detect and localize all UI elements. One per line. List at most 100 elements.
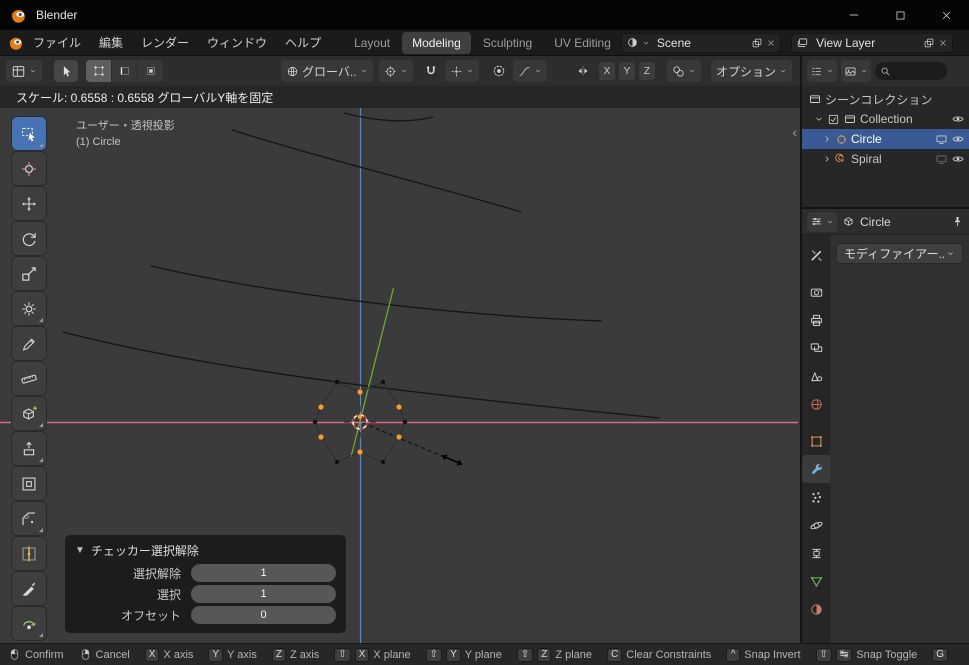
hint-y-plane: ⇧ Y Y plane	[425, 647, 502, 662]
properties-tab-modifier[interactable]	[802, 455, 830, 483]
outliner-row-scene-collection[interactable]: シーンコレクション	[802, 89, 969, 109]
proportional-falloff-dropdown[interactable]	[512, 60, 547, 82]
tool-annotate[interactable]	[12, 327, 46, 360]
properties-tab-output[interactable]	[802, 306, 830, 334]
minimize-button[interactable]	[831, 0, 877, 30]
eye-icon[interactable]	[951, 132, 965, 146]
chevron-right-icon[interactable]	[822, 154, 832, 164]
properties-tab-render[interactable]	[802, 278, 830, 306]
menu-edit[interactable]: 編集	[90, 30, 132, 55]
properties-tab-particles[interactable]	[802, 483, 830, 511]
selected-value-field[interactable]: 1	[191, 585, 336, 603]
monitor-icon[interactable]	[935, 153, 948, 166]
chevron-down-icon[interactable]	[814, 114, 824, 124]
tool-add-cube[interactable]	[12, 397, 46, 430]
options-dropdown[interactable]: オプション	[710, 60, 792, 82]
outliner-search-input[interactable]	[875, 62, 947, 80]
pin-icon[interactable]	[951, 215, 964, 228]
tool-loop-cut[interactable]	[12, 537, 46, 570]
properties-tab-scene[interactable]	[802, 362, 830, 390]
tool-bevel[interactable]	[12, 502, 46, 535]
close-button[interactable]	[923, 0, 969, 30]
hint-confirm: Confirm	[8, 648, 64, 661]
vertex-select-mode-button[interactable]	[86, 60, 111, 82]
properties-tab-world[interactable]	[802, 390, 830, 418]
workspace-tab-modeling[interactable]: Modeling	[402, 31, 471, 54]
tool-box-select[interactable]	[12, 117, 46, 150]
sidebar-toggle[interactable]: ‹	[792, 124, 797, 140]
properties-tab-tool[interactable]	[802, 241, 830, 269]
tool-transform[interactable]	[12, 292, 46, 325]
proportional-editing-button[interactable]	[487, 60, 511, 82]
editor-type-dropdown[interactable]	[6, 60, 42, 82]
properties-tab-physics[interactable]	[802, 511, 830, 539]
tool-move[interactable]	[12, 187, 46, 220]
properties-tab-object-data[interactable]	[802, 567, 830, 595]
operator-panel-header[interactable]: ▼ チェッカー選択解除	[75, 542, 336, 559]
new-view-layer-icon[interactable]	[923, 37, 935, 49]
menu-help[interactable]: ヘルプ	[276, 30, 330, 55]
properties-tab-view-layer[interactable]	[802, 334, 830, 362]
face-select-mode-button[interactable]	[138, 60, 163, 82]
tool-scale[interactable]	[12, 257, 46, 290]
mirror-button[interactable]	[571, 60, 595, 82]
app-menu-icon[interactable]	[8, 35, 24, 51]
menu-file[interactable]: ファイル	[24, 30, 90, 55]
tool-knife[interactable]	[12, 572, 46, 605]
tool-rotate[interactable]	[12, 222, 46, 255]
eye-icon[interactable]	[951, 152, 965, 166]
snap-settings-dropdown[interactable]	[444, 60, 479, 82]
outliner-editor-dropdown[interactable]	[807, 60, 837, 82]
hint-label: X axis	[163, 648, 194, 661]
mirror-y-toggle[interactable]: Y	[618, 62, 635, 80]
tool-measure[interactable]	[12, 362, 46, 395]
blender-window: Blender ファイル 編集 レンダー ウィンドウ ヘルプ Layout Mo…	[0, 0, 969, 665]
properties-editor: Circle モディファイアー..	[802, 207, 969, 643]
new-scene-icon[interactable]	[751, 37, 763, 49]
tool-spin[interactable]	[12, 607, 46, 640]
tool-cursor[interactable]	[12, 152, 46, 185]
add-modifier-button[interactable]: モディファイアー..	[836, 243, 963, 264]
overlap-settings-dropdown[interactable]	[666, 60, 701, 82]
properties-editor-dropdown[interactable]	[807, 211, 837, 232]
maximize-button[interactable]	[877, 0, 923, 30]
tool-extrude[interactable]	[12, 432, 46, 465]
outliner-display-mode-dropdown[interactable]	[841, 60, 871, 82]
menu-window[interactable]: ウィンドウ	[198, 30, 276, 55]
offset-value-field[interactable]: 0	[191, 606, 336, 624]
mirror-z-toggle[interactable]: Z	[638, 62, 655, 80]
operator-panel[interactable]: ▼ チェッカー選択解除 選択解除 1 選択 1 オフセット 0	[65, 535, 346, 633]
active-tool-button[interactable]	[54, 60, 78, 82]
mirror-x-toggle[interactable]: X	[598, 62, 615, 80]
maximize-icon	[894, 9, 907, 22]
workspace-tab-layout[interactable]: Layout	[344, 32, 400, 54]
status-bar: Confirm Cancel X X axis Y Y axis Z Z axi…	[0, 643, 969, 665]
snap-toggle-button[interactable]	[419, 60, 443, 82]
hint-snap-toggle: ⇧ ↹ Snap Toggle	[815, 647, 917, 662]
pivot-point-dropdown[interactable]	[378, 60, 413, 82]
scene-selector[interactable]: Scene	[620, 32, 782, 53]
eye-icon[interactable]	[951, 112, 965, 126]
hint-y-axis: Y Y axis	[208, 647, 257, 662]
deselected-value-field[interactable]: 1	[191, 564, 336, 582]
menu-render[interactable]: レンダー	[132, 30, 198, 55]
transform-orientation-dropdown[interactable]: グローバ..	[281, 60, 373, 82]
outliner-row-circle[interactable]: Circle	[802, 129, 969, 149]
chevron-right-icon[interactable]	[822, 134, 832, 144]
properties-tab-material[interactable]	[802, 595, 830, 623]
workspace-tab-sculpting[interactable]: Sculpting	[473, 32, 542, 54]
outliner-row-collection[interactable]: Collection	[802, 109, 969, 129]
collection-checkbox-icon[interactable]	[827, 113, 840, 126]
edge-select-mode-button[interactable]	[112, 60, 137, 82]
field-label: 選択解除	[132, 566, 181, 581]
properties-tab-constraints[interactable]	[802, 539, 830, 567]
view-layer-selector[interactable]: View Layer	[791, 32, 953, 53]
workspace-tab-uv-editing[interactable]: UV Editing	[544, 32, 621, 54]
monitor-icon[interactable]	[935, 133, 948, 146]
remove-view-layer-icon[interactable]	[938, 38, 948, 48]
outliner-row-spiral[interactable]: Spiral	[802, 149, 969, 169]
tool-inset[interactable]	[12, 467, 46, 500]
properties-tab-object[interactable]	[802, 427, 830, 455]
unlink-scene-icon[interactable]	[766, 38, 776, 48]
viewport-3d[interactable]: スケール: 0.6558 : 0.6558 グローバルY軸を固定 ユーザー・透視…	[0, 86, 800, 643]
